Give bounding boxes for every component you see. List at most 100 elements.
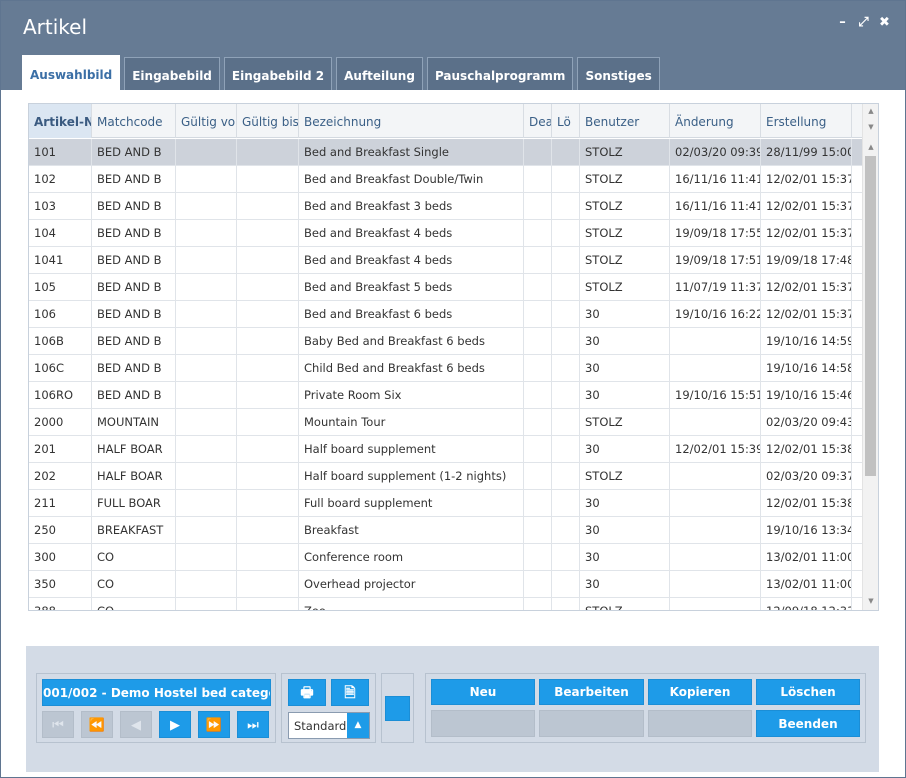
- minimize-icon[interactable]: –: [836, 15, 849, 30]
- col-bezeichnung-cell: Bed and Breakfast 3 beds: [299, 193, 524, 219]
- table-row[interactable]: 105 BED AND B Bed and Breakfast 5 beds STOL…: [29, 274, 863, 301]
- export-icon[interactable]: 🗎: [331, 679, 369, 706]
- col-loeschen-cell: [552, 463, 580, 489]
- col-benutzer-cell: 30: [580, 436, 670, 462]
- col-matchcode-cell: CO: [92, 571, 176, 597]
- table-row[interactable]: 2000 MOUNTAIN Mountain Tour STOLZ 02/03/20 0…: [29, 409, 863, 436]
- extra-button[interactable]: [385, 696, 410, 721]
- col-aenderung-cell: [670, 355, 761, 381]
- col-artikel-nr-cell: 106B: [29, 328, 92, 354]
- col-matchcode-cell: BED AND B: [92, 382, 176, 408]
- close-icon[interactable]: ✖: [878, 15, 891, 30]
- tab-auswahlbild[interactable]: Auswahlbild: [22, 55, 121, 90]
- col-gueltig-von-header[interactable]: Gültig vo: [176, 104, 237, 138]
- table-row[interactable]: 388 CO Zoo STOLZ 12/09/18 12:33: [29, 598, 863, 610]
- col-artikel-nr-cell: 211: [29, 490, 92, 516]
- vertical-scrollbar[interactable]: ▲ ▼ ▲ ▼: [862, 104, 878, 610]
- col-benutzer-cell: STOLZ: [580, 598, 670, 610]
- col-loeschen-cell: [552, 166, 580, 192]
- previous-record-icon[interactable]: ◀: [120, 711, 152, 738]
- col-bezeichnung-cell: Bed and Breakfast 6 beds: [299, 301, 524, 327]
- new-button[interactable]: Neu: [431, 679, 535, 705]
- col-matchcode-cell: CO: [92, 598, 176, 610]
- edit-button[interactable]: Bearbeiten: [539, 679, 644, 705]
- col-deaktiviert-cell: [524, 193, 552, 219]
- col-aenderung-cell: [670, 328, 761, 354]
- scroll-down-icon[interactable]: ▼: [863, 120, 878, 134]
- col-benutzer-cell: STOLZ: [580, 463, 670, 489]
- col-aenderung-cell: 16/11/16 11:41: [670, 193, 761, 219]
- print-icon[interactable]: 🖶: [288, 679, 326, 706]
- col-deaktiviert-cell: [524, 463, 552, 489]
- table-row[interactable]: 106C BED AND B Child Bed and Breakfast 6 b…: [29, 355, 863, 382]
- col-gueltig-bis-cell: [237, 463, 299, 489]
- col-matchcode-cell: MOUNTAIN: [92, 409, 176, 435]
- table-row[interactable]: 106B BED AND B Baby Bed and Breakfast 6 be…: [29, 328, 863, 355]
- table-row[interactable]: 102 BED AND B Bed and Breakfast Double/Twi…: [29, 166, 863, 193]
- col-gueltig-bis-header[interactable]: Gültig bis: [237, 104, 299, 138]
- table-row[interactable]: 101 BED AND B Bed and Breakfast Single STOL…: [29, 139, 863, 166]
- maximize-icon[interactable]: ⤢: [857, 15, 870, 30]
- col-benutzer-cell: 30: [580, 301, 670, 327]
- tab-bar: Auswahlbild Eingabebild Eingabebild 2 Au…: [22, 55, 664, 90]
- table-row[interactable]: 211 FULL BOAR Full board supplement 30 12/02…: [29, 490, 863, 517]
- col-aenderung-cell: [670, 517, 761, 543]
- tab-eingabebild[interactable]: Eingabebild: [124, 57, 220, 90]
- next-page-icon[interactable]: ⏩: [198, 711, 230, 738]
- tab-aufteilung[interactable]: Aufteilung: [336, 57, 423, 90]
- table-row[interactable]: 300 CO Conference room 30 13/02/01 11:00: [29, 544, 863, 571]
- col-aenderung-header[interactable]: Änderung: [670, 104, 761, 138]
- delete-button[interactable]: Löschen: [756, 679, 860, 705]
- window-controls: – ⤢ ✖: [836, 15, 891, 30]
- col-aenderung-cell: [670, 409, 761, 435]
- col-bezeichnung-header[interactable]: Bezeichnung: [299, 104, 524, 138]
- table-row[interactable]: 350 CO Overhead projector 30 13/02/01 11:00: [29, 571, 863, 598]
- tab-sonstiges[interactable]: Sonstiges: [577, 57, 660, 90]
- col-artikel-nr-header[interactable]: Artikel-N: [29, 104, 92, 138]
- tab-pauschalprogramm[interactable]: Pauschalprogramm: [426, 57, 574, 90]
- view-select[interactable]: Standardli ▲: [288, 712, 370, 739]
- dropdown-arrow-icon[interactable]: ▲: [347, 713, 369, 738]
- col-matchcode-header[interactable]: Matchcode: [92, 104, 176, 138]
- table-row[interactable]: 103 BED AND B Bed and Breakfast 3 beds STOL…: [29, 193, 863, 220]
- col-deaktiviert-header[interactable]: Dea: [524, 104, 552, 138]
- col-benutzer-cell: 30: [580, 571, 670, 597]
- col-aenderung-cell: [670, 598, 761, 610]
- artikel-window: Artikel – ⤢ ✖ Auswahlbild Eingabebild Ei…: [0, 0, 906, 778]
- scroll-up-icon[interactable]: ▲: [863, 140, 878, 154]
- table-row[interactable]: 1041 BED AND B Bed and Breakfast 4 beds STO…: [29, 247, 863, 274]
- col-deaktiviert-cell: [524, 274, 552, 300]
- scroll-down-icon[interactable]: ▼: [863, 594, 878, 608]
- col-benutzer-header[interactable]: Benutzer: [580, 104, 670, 138]
- col-erstellung-header[interactable]: Erstellung: [761, 104, 852, 138]
- table-row[interactable]: 201 HALF BOAR Half board supplement 30 12/02…: [29, 436, 863, 463]
- next-record-icon[interactable]: ▶: [159, 711, 191, 738]
- table-row[interactable]: 104 BED AND B Bed and Breakfast 4 beds STOL…: [29, 220, 863, 247]
- table-row[interactable]: 202 HALF BOAR Half board supplement (1-2 n…: [29, 463, 863, 490]
- col-erstellung-cell: 12/02/01 15:37: [761, 193, 852, 219]
- col-benutzer-cell: 30: [580, 544, 670, 570]
- col-bezeichnung-cell: Overhead projector: [299, 571, 524, 597]
- view-select-value: Standardli: [294, 719, 350, 733]
- table-row[interactable]: 106RO BED AND B Private Room Six 30 19/10/16…: [29, 382, 863, 409]
- first-record-icon[interactable]: ⏮: [42, 711, 74, 738]
- category-button[interactable]: 001/002 - Demo Hostel bed categories: [42, 679, 271, 706]
- previous-page-icon[interactable]: ⏪: [81, 711, 113, 738]
- col-benutzer-cell: STOLZ: [580, 247, 670, 273]
- table-row[interactable]: 106 BED AND B Bed and Breakfast 6 beds 30 19…: [29, 301, 863, 328]
- col-loeschen-cell: [552, 220, 580, 246]
- col-benutzer-cell: 30: [580, 382, 670, 408]
- col-gueltig-von-cell: [176, 139, 237, 165]
- exit-button[interactable]: Beenden: [756, 710, 860, 737]
- last-record-icon[interactable]: ⏭: [237, 711, 269, 738]
- scroll-thumb[interactable]: [865, 156, 876, 476]
- col-loeschen-header[interactable]: Lö: [552, 104, 580, 138]
- copy-button[interactable]: Kopieren: [648, 679, 752, 705]
- scroll-up-icon[interactable]: ▲: [863, 104, 878, 118]
- col-bezeichnung-cell: Child Bed and Breakfast 6 beds: [299, 355, 524, 381]
- tab-eingabebild-2[interactable]: Eingabebild 2: [223, 57, 333, 90]
- table-row[interactable]: 250 BREAKFAST Breakfast 30 19/10/16 13:34: [29, 517, 863, 544]
- col-aenderung-cell: 19/10/16 16:22: [670, 301, 761, 327]
- col-gueltig-bis-cell: [237, 301, 299, 327]
- col-gueltig-bis-cell: [237, 544, 299, 570]
